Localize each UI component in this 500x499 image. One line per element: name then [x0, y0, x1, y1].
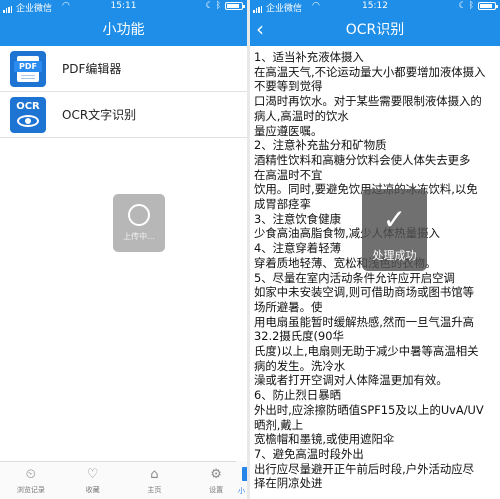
ocr-line: 在高温天气,不论运动量大小都要增加液体摄入	[254, 64, 486, 79]
ocr-line: 量应遵医嘱。	[254, 123, 323, 138]
ocr-icon-text: OCR	[16, 100, 40, 112]
success-toast: ✓ 处理成功	[362, 189, 427, 271]
ocr-line: 病的发生。洗冷水	[254, 358, 346, 373]
nav-bar: 小功能	[0, 14, 247, 46]
tab-label: 主页	[147, 486, 162, 494]
status-bar: 企业微信 ◠ 15:11 ☾ ᛒ	[0, 0, 247, 14]
list-item-label: PDF编辑器	[62, 62, 122, 76]
ocr-line: 不要等到觉得	[254, 79, 323, 94]
ocr-line: 宽檐帽和墨镜,或使用遮阳伞	[254, 432, 395, 447]
ocr-line: 7、避免高温时段外出	[254, 446, 364, 461]
ocr-line: 场所避暑。使	[254, 299, 323, 314]
home-icon: ⌂	[150, 467, 159, 482]
battery-icon	[478, 2, 498, 10]
battery-icon	[225, 2, 245, 10]
ocr-line: 出行应尽量避开正午前后时段,户外活动应尽	[254, 461, 475, 476]
ocr-line: 用电扇虽能暂时缓解热感,然而一旦气温升高	[254, 314, 475, 329]
ocr-line: 如家中未安装空调,则可借助商场或图书馆等	[254, 285, 475, 300]
uploading-toast: 上传中...	[113, 194, 165, 252]
peek-tab-item[interactable]: 小	[236, 461, 247, 499]
tab-history[interactable]: ⏲ 浏览记录	[0, 462, 62, 499]
page-title: OCR识别	[345, 22, 405, 38]
tab-label: 浏览记录	[16, 486, 45, 494]
tab-label: 设置	[209, 486, 224, 494]
pdf-icon-text: PDF	[14, 60, 42, 72]
ocr-line: 6、防止烈日暴晒	[254, 388, 341, 403]
ocr-line: 口渴时再饮水。对于某些需要限制液体摄入的	[254, 94, 482, 109]
moon-icon: ☾	[205, 1, 214, 11]
tab-label: 收藏	[85, 486, 100, 494]
list-item-ocr[interactable]: OCR OCR文字识别	[0, 92, 247, 138]
chevron-left-icon[interactable]: ‹	[256, 14, 264, 44]
ocr-line: 32.2摄氏度(90华	[254, 329, 344, 344]
moon-icon: ☾	[458, 1, 467, 11]
tab-bar: ⏲ 浏览记录 ♡ 收藏 ⌂ 主页 ⚙ 设置	[0, 461, 247, 499]
ocr-line: 氏度)以上,电扇则无助于减少中暑等高温相关	[254, 344, 479, 359]
bluetooth-icon: ᛒ	[215, 1, 221, 11]
pdf-icon: PDF	[10, 50, 46, 87]
list-item-pdf-editor[interactable]: PDF PDF编辑器	[0, 46, 247, 92]
ocr-line: 外出时,应涂擦防晒值SPF15及以上的UvA/UV	[254, 402, 484, 417]
list-item-label: OCR文字识别	[62, 108, 137, 122]
tab-favorites[interactable]: ♡ 收藏	[62, 462, 124, 499]
ocr-line: 澡或者打开空调对人体降温更加有效。	[254, 373, 448, 388]
heart-icon: ♡	[86, 467, 99, 482]
bluetooth-icon: ᛒ	[468, 1, 474, 11]
left-phone-screen: 企业微信 ◠ 15:11 ☾ ᛒ 小功能 PDF PDF编辑器 OCR OCR文…	[0, 0, 247, 499]
checkmark-icon: ✓	[382, 203, 407, 236]
ocr-icon: OCR	[10, 96, 46, 133]
uploading-text: 上传中...	[123, 232, 155, 241]
ocr-line: 5、尽量在室内活动条件允许应开启空调	[254, 270, 455, 285]
peek-tab-label: 小	[238, 487, 245, 495]
ocr-line: 择在阴凉处进	[254, 476, 323, 491]
tab-home[interactable]: ⌂ 主页	[124, 462, 186, 499]
ocr-line: 酒精性饮料和高糖分饮料会使人体失去更多	[254, 152, 471, 167]
spinner-icon	[128, 204, 150, 226]
page-title: 小功能	[102, 22, 145, 38]
ocr-line: 病人,高温时的饮水	[254, 108, 349, 123]
ocr-line: 2、注意补充盐分和矿物质	[254, 138, 387, 153]
status-bar: 企业微信 ◠ 15:12 ☾ ᛒ	[250, 0, 500, 14]
nav-bar: ‹ OCR识别	[250, 14, 500, 46]
success-text: 处理成功	[372, 249, 417, 262]
ocr-line: 在高温时不宜	[254, 167, 323, 182]
ocr-line: 1、适当补充液体摄入	[254, 50, 364, 64]
ocr-line: 晒剂,戴上	[254, 417, 304, 432]
history-icon: ⏲	[25, 467, 36, 482]
